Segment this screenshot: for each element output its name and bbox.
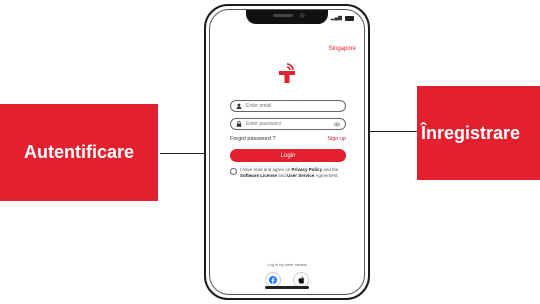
callout-autentificare: Autentificare — [0, 104, 158, 201]
speaker — [273, 14, 293, 17]
terms-mid: and the — [322, 167, 339, 172]
password-field[interactable]: Enter password — [230, 118, 346, 130]
home-indicator — [265, 286, 309, 289]
login-button-label: Login — [280, 152, 296, 159]
phone-screen: ▂▄▆ Singapore Enter email Enter password… — [209, 9, 365, 295]
phone-notch — [246, 10, 328, 24]
terms-agreement: I have read and agree on Privacy Policy … — [230, 167, 346, 179]
apple-icon — [298, 276, 304, 284]
software-license-link[interactable]: Software License — [240, 173, 277, 178]
phone-frame: ▂▄▆ Singapore Enter email Enter password… — [204, 4, 370, 300]
terms-and: and — [277, 173, 288, 178]
region-selector[interactable]: Singapore — [329, 46, 356, 52]
terms-prefix: I have read and agree on — [240, 167, 292, 172]
status-bar: ▂▄▆ — [331, 15, 354, 21]
email-placeholder: Enter email — [246, 103, 272, 109]
eye-icon[interactable] — [334, 122, 340, 127]
logo-icon — [279, 63, 295, 83]
terms-text: I have read and agree on Privacy Policy … — [240, 167, 346, 179]
callout-autentificare-label: Autentificare — [23, 142, 135, 162]
password-placeholder: Enter password — [246, 121, 281, 127]
login-button[interactable]: Login — [230, 149, 346, 162]
auth-links-row: Forgot password ? Sign up — [230, 136, 346, 142]
sign-up-link[interactable]: Sign up — [327, 136, 346, 142]
callout-inregistrare-label: Înregistrare — [421, 122, 521, 143]
privacy-policy-link[interactable]: Privacy Policy — [292, 167, 323, 172]
camera-icon — [300, 13, 305, 18]
battery-icon — [345, 15, 354, 21]
forgot-password-link[interactable]: Forgot password ? — [230, 136, 276, 142]
email-field[interactable]: Enter email — [230, 100, 346, 112]
callout-inregistrare: Înregistrare — [417, 86, 540, 180]
user-icon — [236, 103, 242, 109]
user-service-link[interactable]: User Service — [287, 173, 314, 178]
terms-checkbox[interactable] — [230, 168, 237, 175]
terms-suffix: Agreement. — [314, 173, 339, 178]
facebook-icon — [269, 276, 277, 284]
social-login-label: Log in by other means — [267, 262, 307, 267]
signal-icon: ▂▄▆ — [330, 15, 342, 21]
lock-icon — [236, 121, 242, 127]
